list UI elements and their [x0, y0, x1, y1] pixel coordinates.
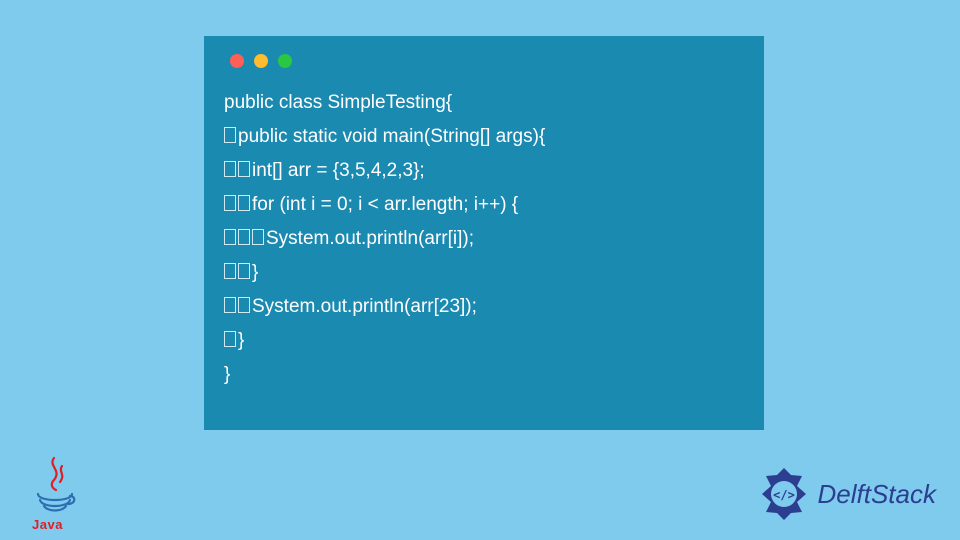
code-line: public class SimpleTesting{: [224, 86, 744, 120]
indent-placeholder-icon: [238, 229, 250, 245]
indent-placeholder-icon: [224, 263, 236, 279]
window-controls: [230, 54, 744, 68]
close-icon: [230, 54, 244, 68]
code-text: }: [224, 364, 230, 385]
java-label: Java: [32, 517, 63, 532]
indent-placeholder-icon: [224, 195, 236, 211]
indent-placeholder-icon: [224, 297, 236, 313]
code-line: System.out.println(arr[23]);: [224, 290, 744, 324]
code-text: public class SimpleTesting{: [224, 92, 452, 113]
code-text: for (int i = 0; i < arr.length; i++) {: [252, 194, 518, 215]
indent-placeholder-icon: [224, 127, 236, 143]
code-line: System.out.println(arr[i]);: [224, 222, 744, 256]
delftstack-logo-icon: </>: [756, 466, 812, 522]
indent-placeholder-icon: [224, 229, 236, 245]
java-logo-icon: [32, 456, 78, 518]
delftstack-branding: </> DelftStack: [756, 466, 937, 522]
code-window: public class SimpleTesting{ public static…: [204, 36, 764, 430]
indent-placeholder-icon: [252, 229, 264, 245]
indent-placeholder-icon: [238, 297, 250, 313]
indent-placeholder-icon: [238, 161, 250, 177]
code-line: public static void main(String[] args){: [224, 120, 744, 154]
code-text: }: [238, 330, 244, 351]
code-line: }: [224, 256, 744, 290]
delftstack-label: DelftStack: [818, 479, 937, 510]
indent-placeholder-icon: [238, 263, 250, 279]
code-line: int[] arr = {3,5,4,2,3};: [224, 154, 744, 188]
code-line: for (int i = 0; i < arr.length; i++) {: [224, 188, 744, 222]
code-text: int[] arr = {3,5,4,2,3};: [252, 160, 425, 181]
code-block: public class SimpleTesting{ public static…: [224, 86, 744, 392]
code-line: }: [224, 358, 744, 392]
svg-text:</>: </>: [773, 488, 795, 502]
maximize-icon: [278, 54, 292, 68]
minimize-icon: [254, 54, 268, 68]
code-text: System.out.println(arr[i]);: [266, 228, 474, 249]
code-text: System.out.println(arr[23]);: [252, 296, 477, 317]
indent-placeholder-icon: [224, 161, 236, 177]
code-text: }: [252, 262, 258, 283]
indent-placeholder-icon: [224, 331, 236, 347]
code-line: }: [224, 324, 744, 358]
code-text: public static void main(String[] args){: [238, 126, 545, 147]
indent-placeholder-icon: [238, 195, 250, 211]
